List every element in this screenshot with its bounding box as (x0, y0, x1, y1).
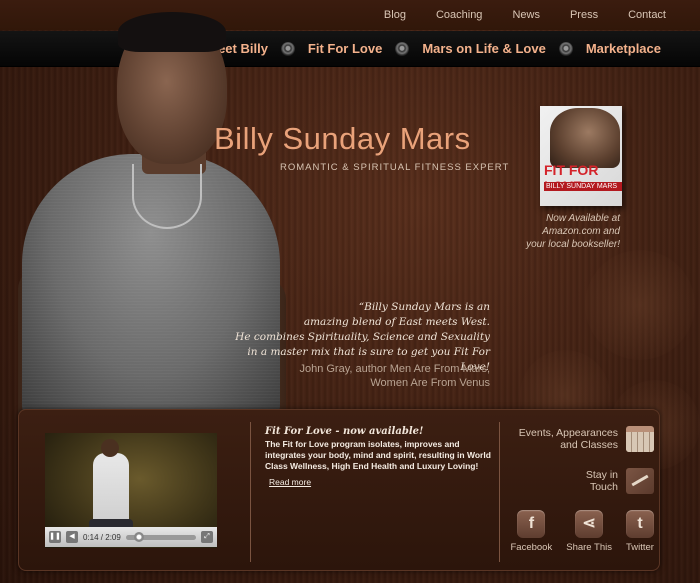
contact-label-line: Touch (589, 481, 618, 493)
availability-line: your local bookseller! (526, 239, 620, 250)
quote-line: He combines Spirituality, Science and Se… (235, 331, 490, 343)
quote-attribution: John Gray, author Men Are From Mars, Wom… (260, 362, 490, 390)
social-links: f Facebook ⋖ Share This t Twitter (509, 510, 654, 553)
scrubber-handle[interactable] (133, 531, 144, 542)
stay-in-touch-link[interactable]: Stay in Touch (509, 468, 654, 494)
pen-icon (626, 468, 654, 494)
bottom-panel: ❚❚ ◀ 0:14 / 2:09 ⤢ Fit For Love - now av… (18, 409, 660, 571)
share-icon: ⋖ (575, 510, 604, 538)
social-label: Facebook (510, 542, 553, 553)
book-cover-author: BILLY SUNDAY MARS (544, 182, 622, 191)
nav-link-contact[interactable]: Contact (628, 9, 666, 21)
contact-label-line: Stay in (585, 469, 618, 481)
news-body: The Fit for Love program isolates, impro… (265, 439, 491, 471)
social-share[interactable]: ⋖ Share This (566, 510, 612, 553)
volume-icon[interactable]: ◀ (66, 531, 78, 543)
page-title: Billy Sunday Mars (214, 121, 471, 156)
social-twitter[interactable]: t Twitter (626, 510, 654, 553)
availability-line: Now Available at (546, 213, 620, 224)
nav-separator-icon (558, 41, 573, 56)
portrait-necklace (132, 164, 202, 229)
video-thumbnail-person (93, 439, 129, 523)
social-label: Twitter (626, 542, 654, 553)
flower-decoration (585, 250, 695, 360)
portrait-hair (118, 12, 226, 52)
nav-link-coaching[interactable]: Coaching (436, 9, 482, 21)
events-link-label: Events, Appearances and Classes (519, 427, 618, 451)
social-label: Share This (566, 542, 612, 553)
nav-link-news[interactable]: News (512, 9, 540, 21)
video-controls: ❚❚ ◀ 0:14 / 2:09 ⤢ (45, 527, 217, 547)
video-scrubber[interactable] (125, 531, 196, 542)
events-link[interactable]: Events, Appearances and Classes (509, 426, 654, 452)
social-facebook[interactable]: f Facebook (510, 510, 553, 553)
facebook-icon: f (517, 510, 546, 538)
nav-separator-icon (280, 41, 295, 56)
news-title[interactable]: Fit For Love - now available! (265, 426, 497, 437)
divider (250, 422, 251, 562)
divider (499, 422, 500, 562)
main-nav-marketplace[interactable]: Marketplace (586, 41, 661, 56)
twitter-icon: t (626, 510, 654, 538)
stay-in-touch-label: Stay in Touch (586, 469, 618, 493)
attribution-line: John Gray, author Men Are From Mars, (299, 363, 490, 375)
read-more-link[interactable]: Read more (269, 477, 311, 487)
quote-line: “Billy Sunday Mars is an (358, 301, 490, 313)
nav-link-blog[interactable]: Blog (384, 9, 406, 21)
page-subtitle: ROMANTIC & SPIRITUAL FITNESS EXPERT (280, 162, 510, 173)
quote-line: amazing blend of East meets West. (303, 316, 490, 328)
calendar-icon (626, 426, 654, 452)
nav-separator-icon (395, 41, 410, 56)
availability-line: Amazon.com and (542, 226, 620, 237)
events-label-line: Events, Appearances (518, 427, 618, 439)
pause-icon[interactable]: ❚❚ (49, 531, 61, 543)
main-nav-fit-for-love[interactable]: Fit For Love (308, 41, 382, 56)
quick-links: Events, Appearances and Classes Stay in … (509, 426, 654, 553)
main-nav-mars-on-life[interactable]: Mars on Life & Love (422, 41, 546, 56)
video-timecode: 0:14 / 2:09 (83, 532, 121, 542)
nav-link-press[interactable]: Press (570, 9, 598, 21)
news-item: Fit For Love - now available! The Fit fo… (265, 426, 497, 490)
book-cover-image[interactable]: FIT FOR LOVE BILLY SUNDAY MARS (540, 106, 622, 206)
attribution-line: Women Are From Venus (370, 377, 490, 389)
fullscreen-icon[interactable]: ⤢ (201, 531, 213, 543)
book-cover-photo (550, 108, 620, 168)
book-availability: Now Available at Amazon.com and your loc… (510, 212, 620, 251)
events-label-line: and Classes (560, 439, 618, 451)
